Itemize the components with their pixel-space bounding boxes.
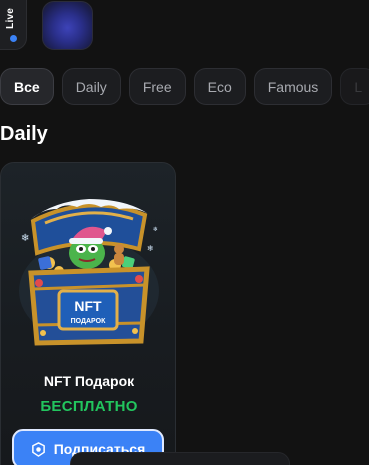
svg-text:❄: ❄ (21, 233, 29, 244)
filter-chip-label: Все (14, 78, 40, 95)
live-label: Live (5, 8, 16, 29)
chest-plaque-top-text: NFT (74, 298, 102, 314)
filter-chip-more[interactable]: L (340, 68, 369, 105)
filter-chip-label: L (354, 78, 363, 95)
svg-text:❄: ❄ (153, 226, 158, 233)
filter-chip-all[interactable]: Все (0, 68, 54, 105)
filter-chip-free[interactable]: Free (128, 68, 186, 105)
treasure-chest-image: NFT ПОДАРОК ❄ ❄ ❄ (19, 199, 159, 346)
live-story-badge[interactable]: Live (0, 0, 27, 50)
gift-card[interactable]: NFT ПОДАРОК ❄ ❄ ❄ NFT Подарок БЕСПЛАТНО … (0, 162, 176, 465)
bottom-navigation-bar[interactable] (70, 452, 290, 465)
gift-price: БЕСПЛАТНО (40, 398, 138, 415)
filter-chip-daily[interactable]: Daily (61, 68, 121, 105)
section-title: Daily (0, 123, 48, 145)
filter-chip-famous[interactable]: Famous (253, 68, 333, 105)
filter-chip-label: Daily (75, 78, 107, 95)
filter-chip-label: Famous (267, 78, 319, 95)
svg-text:❄: ❄ (147, 244, 154, 253)
filter-chip-eco[interactable]: Eco (193, 68, 246, 105)
story-avatar[interactable] (42, 1, 93, 50)
shield-check-icon (31, 441, 45, 457)
gift-title: NFT Подарок (43, 373, 135, 389)
filter-chip-label: Eco (207, 78, 232, 95)
category-filter-bar: Все Daily Free Eco Famous L (0, 68, 369, 105)
live-indicator-dot (10, 35, 17, 42)
app-screen: Live Все Daily Free Eco Famous L Daily N… (0, 0, 369, 465)
chest-plaque-bottom-text: ПОДАРОК (71, 318, 106, 325)
filter-chip-label: Free (142, 78, 172, 95)
